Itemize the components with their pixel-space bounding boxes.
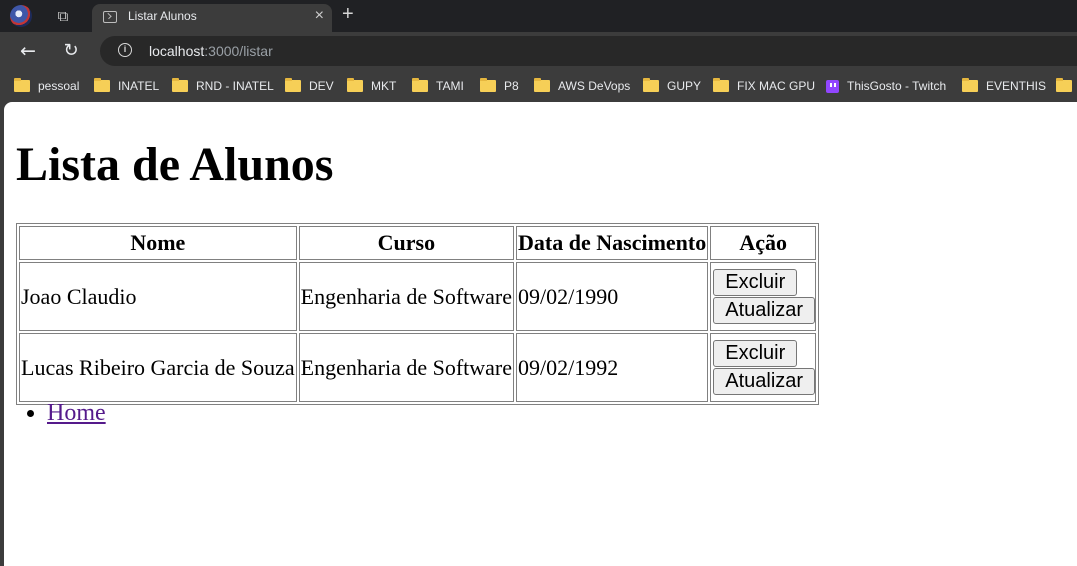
cell-nome: Lucas Ribeiro Garcia de Souza bbox=[19, 333, 297, 402]
folder-icon bbox=[285, 78, 301, 92]
excluir-button[interactable]: Excluir bbox=[713, 340, 798, 367]
site-info-icon[interactable]: i bbox=[118, 43, 132, 57]
bookmark-label: ThisGosto - Twitch bbox=[847, 79, 947, 93]
tab-title: Listar Alunos bbox=[128, 9, 197, 23]
bookmark-label: RND - INATEL bbox=[196, 79, 274, 93]
column-header-curso: Curso bbox=[298, 226, 515, 260]
cell-acao: Excluir Atualizar bbox=[710, 262, 817, 331]
twitch-icon bbox=[826, 79, 839, 93]
bookmark-label: FIX MAC GPU bbox=[737, 79, 816, 93]
page-content: Lista de Alunos Nome Curso Data de Nasci… bbox=[4, 102, 1077, 566]
cell-nascimento: 09/02/1992 bbox=[516, 333, 709, 402]
atualizar-button[interactable]: Atualizar bbox=[713, 368, 816, 395]
bookmark-label: INATEL bbox=[118, 79, 160, 93]
folder-icon bbox=[412, 78, 428, 92]
url-path: :3000/listar bbox=[204, 43, 273, 59]
table-header-row: Nome Curso Data de Nascimento Ação bbox=[19, 226, 817, 260]
excluir-button[interactable]: Excluir bbox=[713, 269, 798, 296]
bookmark-rnd-inatel[interactable]: RND - INATEL bbox=[172, 78, 274, 94]
folder-icon bbox=[713, 78, 729, 92]
folder-icon bbox=[962, 78, 978, 92]
bookmark-mkt[interactable]: MKT bbox=[347, 78, 396, 94]
list-item: Home bbox=[47, 400, 106, 427]
page-title: Lista de Alunos bbox=[16, 138, 334, 191]
cell-nome: Joao Claudio bbox=[19, 262, 297, 331]
tab-listar-alunos[interactable]: Listar Alunos × bbox=[92, 4, 332, 32]
folder-icon bbox=[172, 78, 188, 92]
terminal-favicon-icon bbox=[103, 11, 117, 23]
table-row: Lucas Ribeiro Garcia de Souza Engenharia… bbox=[19, 333, 817, 402]
cell-nascimento: 09/02/1990 bbox=[516, 262, 709, 331]
bookmark-inatel[interactable]: INATEL bbox=[94, 78, 159, 94]
cell-curso: Engenharia de Software bbox=[298, 333, 515, 402]
bookmark-eventhis[interactable]: EVENTHIS bbox=[962, 78, 1046, 94]
bookmark-label: EVENTHIS bbox=[986, 79, 1047, 93]
bookmark-label: MKT bbox=[371, 79, 397, 93]
folder-icon bbox=[643, 78, 659, 92]
column-header-nome: Nome bbox=[19, 226, 297, 260]
home-link[interactable]: Home bbox=[47, 400, 106, 426]
atualizar-button[interactable]: Atualizar bbox=[713, 297, 816, 324]
cell-acao: Excluir Atualizar bbox=[710, 333, 817, 402]
url-host: localhost bbox=[149, 43, 205, 59]
folder-icon bbox=[1056, 78, 1072, 92]
bookmark-label: AWS DeVops bbox=[558, 79, 631, 93]
bookmark-label: TAMI bbox=[436, 79, 464, 93]
reload-icon[interactable]: ↻ bbox=[58, 38, 84, 64]
bookmark-label: P8 bbox=[504, 79, 519, 93]
bookmark-fix-mac-gpu[interactable]: FIX MAC GPU bbox=[713, 78, 815, 94]
back-arrow-icon[interactable]: ← bbox=[15, 38, 41, 64]
column-header-acao: Ação bbox=[710, 226, 817, 260]
column-header-nascimento: Data de Nascimento bbox=[516, 226, 709, 260]
table-row: Joao Claudio Engenharia de Software 09/0… bbox=[19, 262, 817, 331]
url-text[interactable]: localhost:3000/listar bbox=[149, 43, 273, 59]
bookmark-aws-devops[interactable]: AWS DeVops bbox=[534, 78, 630, 94]
bookmark-p8[interactable]: P8 bbox=[480, 78, 519, 94]
folder-icon bbox=[14, 78, 30, 92]
bookmark-label: GUPY bbox=[667, 79, 702, 93]
folder-icon bbox=[534, 78, 550, 92]
workspaces-icon[interactable]: ⧉ bbox=[52, 5, 74, 27]
folder-icon bbox=[94, 78, 110, 92]
folder-icon bbox=[480, 78, 496, 92]
profile-avatar[interactable] bbox=[10, 5, 32, 27]
bookmark-dev[interactable]: DEV bbox=[285, 78, 334, 94]
bookmark-gupy[interactable]: GUPY bbox=[643, 78, 701, 94]
close-tab-icon[interactable]: × bbox=[315, 7, 324, 25]
cell-curso: Engenharia de Software bbox=[298, 262, 515, 331]
bookmark-thisgosto-twitch[interactable]: ThisGosto - Twitch bbox=[826, 78, 946, 94]
new-tab-icon[interactable]: + bbox=[342, 3, 354, 26]
tab-strip: ⧉ Listar Alunos × + bbox=[0, 0, 1077, 32]
bookmark-label: pessoal bbox=[38, 79, 80, 93]
bookmark-overflow[interactable] bbox=[1056, 78, 1077, 94]
bookmark-tami[interactable]: TAMI bbox=[412, 78, 464, 94]
folder-icon bbox=[347, 78, 363, 92]
students-table: Nome Curso Data de Nascimento Ação Joao … bbox=[16, 223, 820, 405]
address-bar[interactable]: i localhost:3000/listar bbox=[100, 36, 1077, 66]
bookmarks-bar: pessoal INATEL RND - INATEL DEV MKT TAMI… bbox=[0, 70, 1077, 102]
bookmark-pessoal[interactable]: pessoal bbox=[14, 78, 79, 94]
browser-toolbar: ← ↻ i localhost:3000/listar bbox=[0, 32, 1077, 70]
nav-list: Home bbox=[16, 400, 106, 427]
bookmark-label: DEV bbox=[309, 79, 334, 93]
